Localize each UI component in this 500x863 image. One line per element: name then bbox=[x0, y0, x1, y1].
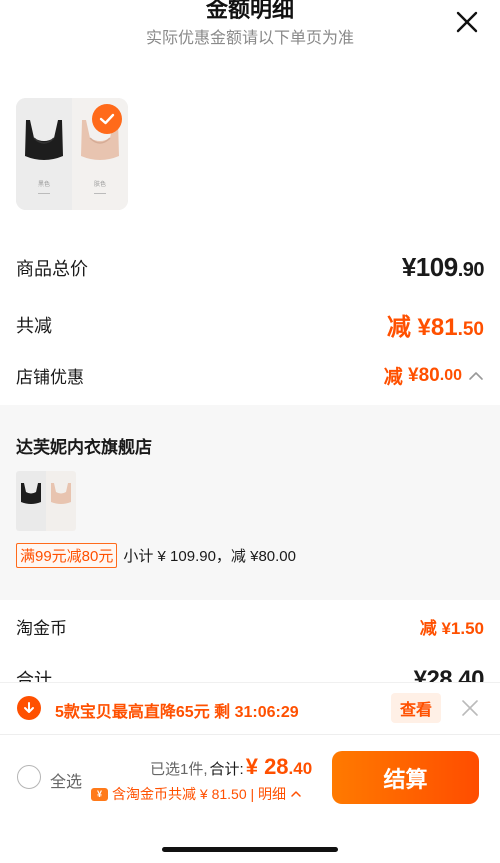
select-all-checkbox[interactable] bbox=[17, 765, 41, 789]
thumb-variant-black bbox=[16, 471, 46, 531]
subtotal-value: ¥28.40 bbox=[413, 666, 484, 682]
chevron-up-icon[interactable] bbox=[468, 370, 484, 382]
promo-banner: 5款宝贝最高直降65元 剩 31:06:29 查看 bbox=[0, 682, 500, 734]
selected-badge bbox=[92, 104, 122, 134]
close-icon bbox=[462, 700, 478, 716]
coin-discount-row: 淘金币 减 ¥1.50 bbox=[16, 614, 484, 639]
bra-black-thumb bbox=[21, 483, 41, 504]
checkout-bar: 全选 已选1件, 合计: ¥ 28.40 ¥ 含淘金币共减 ¥ 81.50 | … bbox=[0, 734, 500, 824]
close-button[interactable] bbox=[454, 9, 480, 35]
subtotal-row: 合计 ¥28.40 bbox=[16, 666, 484, 682]
thumb-variant-nude bbox=[46, 471, 76, 531]
coin-icon: ¥ bbox=[91, 787, 108, 801]
price-integer: 81 bbox=[430, 314, 458, 341]
page-title: 金额明细 bbox=[205, 0, 294, 22]
bra-nude-thumb bbox=[51, 483, 71, 504]
promo-close-button[interactable] bbox=[460, 698, 480, 718]
total-discount-value: 减 ¥81.50 bbox=[387, 307, 484, 342]
price-integer: 80 bbox=[418, 364, 440, 386]
header: 金额明细 实际优惠金额请以下单页为准 bbox=[0, 0, 500, 60]
variant-label-nude: 肤色 bbox=[93, 182, 106, 188]
coupon-tag: 满99元减80元 bbox=[16, 543, 118, 568]
discount-prefix: 减 bbox=[386, 314, 411, 341]
shop-name: 达芙妮内衣旗舰店 bbox=[16, 438, 152, 457]
price-integer: 28 bbox=[264, 754, 289, 779]
coin-note-text: 含淘金币共减 ¥ 81.50 | 明细 bbox=[112, 786, 287, 802]
home-indicator bbox=[162, 847, 338, 852]
total-discount-label: 共减 bbox=[16, 315, 52, 336]
shop-detail-panel: 达芙妮内衣旗舰店 满99元减80元 小计 ¥ 109.90，减 ¥80.00 bbox=[0, 405, 500, 600]
subtotal-label: 合计 bbox=[16, 670, 52, 682]
page-subtitle: 实际优惠金额请以下单页为准 bbox=[145, 30, 354, 47]
shop-product-thumbnail[interactable] bbox=[16, 471, 76, 531]
selected-count: 已选1件, bbox=[150, 761, 208, 778]
coupon-detail: 小计 ¥ 109.90，减 ¥80.00 bbox=[123, 548, 296, 565]
product-image[interactable]: 黑色 肤色 bbox=[16, 98, 128, 210]
coin-discount-value: 减 ¥1.50 bbox=[419, 619, 484, 638]
total-price: ¥ 28.40 bbox=[246, 754, 313, 780]
coin-discount-label: 淘金币 bbox=[16, 619, 67, 638]
chevron-up-icon bbox=[291, 791, 301, 797]
price-decimal: .40 bbox=[288, 759, 313, 778]
view-promo-button[interactable]: 查看 bbox=[391, 693, 441, 723]
price-decimal: .50 bbox=[457, 319, 484, 340]
product-variant-nude: 肤色 bbox=[72, 98, 128, 210]
currency-symbol: ¥ bbox=[401, 252, 416, 282]
total-price-row: 商品总价 ¥109.90 bbox=[16, 252, 485, 283]
product-variant-black: 黑色 bbox=[16, 98, 72, 210]
price-decimal: .00 bbox=[439, 366, 462, 384]
coin-note[interactable]: ¥ 含淘金币共减 ¥ 81.50 | 明细 bbox=[91, 784, 302, 804]
total-price-value: ¥109.90 bbox=[401, 252, 485, 283]
total-label: 合计: bbox=[209, 761, 244, 778]
promo-text: 5款宝贝最高直降65元 剩 31:06:29 bbox=[55, 704, 299, 721]
shop-discount-value: 减 ¥80.00 bbox=[384, 362, 484, 389]
select-all-label[interactable]: 全选 bbox=[50, 768, 82, 792]
divider bbox=[38, 193, 50, 194]
total-price-label: 商品总价 bbox=[16, 258, 88, 279]
price-decimal: .90 bbox=[457, 259, 485, 281]
shop-discount-row[interactable]: 店铺优惠 减 ¥80.00 bbox=[16, 362, 484, 389]
divider bbox=[94, 193, 106, 194]
checkout-button[interactable]: 结算 bbox=[332, 751, 479, 804]
arrow-down-badge-icon bbox=[17, 696, 41, 720]
currency-symbol: ¥ bbox=[408, 364, 419, 386]
shop-discount-label: 店铺优惠 bbox=[16, 368, 84, 387]
total-discount-row: 共减 减 ¥81.50 bbox=[16, 307, 484, 342]
coupon-line: 满99元减80元 小计 ¥ 109.90，减 ¥80.00 bbox=[16, 543, 296, 568]
close-icon bbox=[456, 11, 478, 33]
check-icon bbox=[99, 113, 115, 125]
currency-symbol: ¥ bbox=[245, 754, 258, 779]
order-summary: 已选1件, 合计: ¥ 28.40 bbox=[150, 754, 312, 780]
variant-label-black: 黑色 bbox=[37, 182, 50, 188]
price-integer: 109 bbox=[415, 252, 458, 282]
discount-prefix: 减 bbox=[383, 367, 403, 388]
currency-symbol: ¥ bbox=[417, 314, 431, 341]
